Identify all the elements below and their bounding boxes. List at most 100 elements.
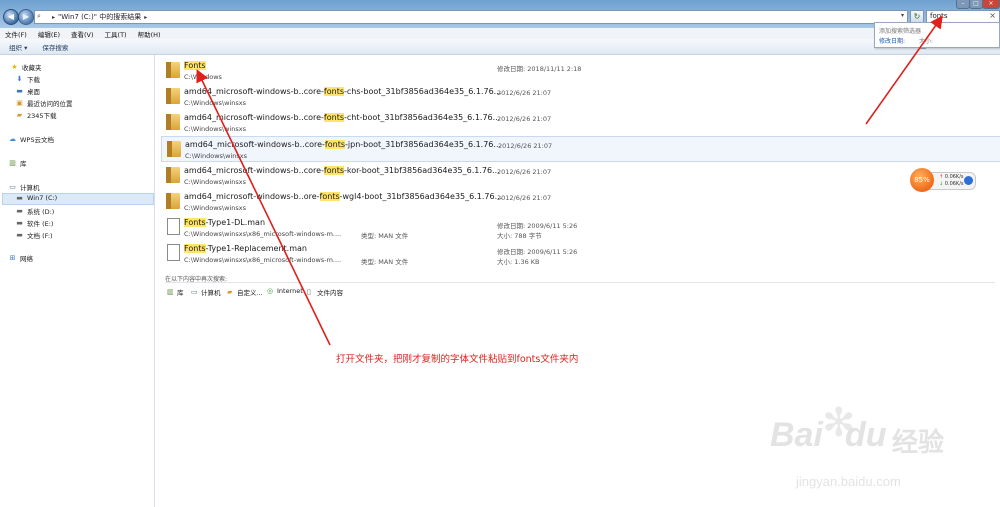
- result-row[interactable]: amd64_microsoft-windows-b..core-fonts-ch…: [161, 110, 999, 134]
- sidebar-item-library[interactable]: ▥ 库: [8, 158, 26, 168]
- sidebar-label: 收藏夹: [22, 64, 42, 72]
- file-icon: [167, 218, 180, 235]
- cloud-icon: ☁: [9, 135, 16, 143]
- sidebar-label: Win7 (C:): [27, 194, 58, 202]
- search-again-custom[interactable]: ▰ 自定义...: [227, 287, 263, 297]
- sidebar-item-desktop[interactable]: ▬ 桌面: [15, 86, 40, 96]
- result-row[interactable]: Fonts-Type1-DL.man C:\Windows\winsxs\x86…: [161, 215, 999, 240]
- command-bar: 组织 ▾ 保存搜索 ▤▭?: [0, 39, 1000, 55]
- menu-help[interactable]: 帮助(H): [138, 29, 161, 39]
- folder-icon: [166, 167, 180, 183]
- search-again-computer[interactable]: ▭ 计算机: [191, 287, 221, 297]
- divider: [165, 282, 995, 283]
- sidebar-item-recent[interactable]: ▣ 最近访问的位置: [15, 98, 72, 108]
- memory-usage-ball[interactable]: 85%: [910, 168, 934, 192]
- search-again-library[interactable]: ▥ 库: [167, 287, 184, 297]
- clear-search-icon[interactable]: ×: [989, 11, 996, 20]
- sidebar-label: 系统 (D:): [27, 208, 55, 216]
- back-button[interactable]: ◀: [3, 9, 19, 25]
- menu-view[interactable]: 查看(V): [71, 29, 94, 39]
- result-date: 修改日期: 2018/11/11 2:18: [497, 65, 582, 73]
- result-row[interactable]: amd64_microsoft-windows-b..core-fonts-ko…: [161, 163, 999, 187]
- watermark-url: jingyan.baidu.com: [796, 474, 901, 489]
- search-again-internet[interactable]: ◎ Internet: [267, 287, 303, 295]
- drive-icon: ▬: [16, 231, 23, 239]
- breadcrumb-chevron-icon[interactable]: ▸: [52, 14, 55, 21]
- drive-icon: ▬: [16, 219, 23, 227]
- sidebar-item-drive-e[interactable]: ▬ 软件 (E:): [15, 218, 53, 228]
- drive-icon: ▬: [16, 207, 23, 215]
- fonts-folder-icon: [166, 62, 180, 78]
- breadcrumb-current[interactable]: "Win7 (C:)" 中的搜索结果: [58, 12, 141, 22]
- search-folder-icon: ⌕: [37, 12, 41, 20]
- document-icon: ▯: [307, 287, 311, 296]
- result-date: 2012/6/26 21:07: [497, 194, 552, 202]
- sidebar-item-wps-cloud[interactable]: ☁ WPS云文档: [8, 134, 54, 144]
- sidebar-item-drive-d[interactable]: ▬ 系统 (D:): [15, 206, 54, 216]
- result-name: amd64_microsoft-windows-b..core-fonts-ch…: [184, 87, 502, 96]
- result-date: 2012/6/26 21:07: [497, 89, 552, 97]
- address-bar[interactable]: ⌕ ▸ "Win7 (C:)" 中的搜索结果 ▸ ▾: [34, 10, 908, 24]
- result-row[interactable]: amd64_microsoft-windows-b..core-fonts-jp…: [161, 136, 1000, 162]
- result-name: Fonts-Type1-DL.man: [184, 218, 266, 227]
- result-row[interactable]: Fonts C:\Windows 修改日期: 2018/11/11 2:18: [161, 58, 999, 82]
- sidebar-item-drive-f[interactable]: ▬ 文档 (F:): [15, 230, 53, 240]
- result-path: C:\Windows\winsxs: [185, 152, 247, 160]
- sidebar-label: 文档 (F:): [27, 232, 53, 240]
- sidebar-favorites[interactable]: ★ 收藏夹: [10, 62, 42, 72]
- result-path: C:\Windows\winsxs: [184, 178, 246, 186]
- result-name: amd64_microsoft-windows-b..core-fonts-jp…: [185, 140, 502, 149]
- watermark-cn: 经验: [892, 428, 945, 458]
- folder-icon: [167, 141, 181, 157]
- forward-button[interactable]: ▶: [18, 9, 34, 25]
- close-button[interactable]: ×: [982, 0, 1000, 9]
- sidebar-item-drive-c[interactable]: ▬ Win7 (C:): [15, 194, 57, 202]
- accelerate-icon[interactable]: [964, 176, 973, 185]
- upload-speed: ↑ 0.06K/s: [939, 174, 964, 180]
- baidu-jingyan-watermark: ✻ Bai du 经验 jingyan.baidu.com: [760, 400, 1000, 505]
- menu-tools[interactable]: 工具(T): [105, 29, 127, 39]
- sidebar-item-computer[interactable]: ▭ 计算机: [8, 182, 40, 192]
- result-type: 类型: MAN 文件: [361, 258, 409, 266]
- sidebar-label: 下载: [27, 76, 40, 84]
- result-size: 大小: 788 字节: [497, 232, 542, 240]
- folder-icon: ▰: [16, 111, 23, 119]
- result-date: 2012/6/26 21:07: [497, 168, 552, 176]
- menu-bar: 文件(F) 编辑(E) 查看(V) 工具(T) 帮助(H): [0, 28, 1000, 39]
- sidebar-item-2345-downloads[interactable]: ▰ 2345下载: [15, 110, 57, 120]
- sidebar-label: 软件 (E:): [27, 220, 54, 228]
- upload-arrow-icon: ↑: [939, 174, 944, 180]
- address-dropdown-icon[interactable]: ▾: [901, 12, 904, 19]
- sidebar-item-downloads[interactable]: ⬇ 下载: [15, 74, 40, 84]
- menu-edit[interactable]: 编辑(E): [38, 29, 60, 39]
- library-icon: ▥: [9, 159, 16, 167]
- menu-file[interactable]: 文件(F): [5, 29, 27, 39]
- drive-icon: ▬: [16, 194, 23, 202]
- title-bar: ◀ ▶ ⌕ ▸ "Win7 (C:)" 中的搜索结果 ▸ ▾ ↻ fonts ×…: [0, 0, 1000, 28]
- network-icon: ⊞: [9, 254, 16, 262]
- sidebar-label: 计算机: [20, 184, 40, 192]
- filter-date-modified[interactable]: 修改日期:: [879, 36, 905, 45]
- folder-icon: [166, 193, 180, 209]
- breadcrumb-chevron-icon[interactable]: ▸: [144, 14, 147, 21]
- result-date: 修改日期: 2009/6/11 5:26: [497, 248, 578, 256]
- save-search-button[interactable]: 保存搜索: [42, 42, 68, 52]
- search-query: fonts: [930, 12, 948, 20]
- filter-hint: 添加搜索筛选器: [879, 28, 922, 35]
- result-row[interactable]: amd64_microsoft-windows-b..core-fonts-ch…: [161, 84, 999, 108]
- custom-folder-icon: ▰: [227, 287, 233, 296]
- sidebar-label: 网络: [20, 255, 33, 263]
- maximize-button[interactable]: □: [969, 0, 983, 9]
- folder-icon: [166, 88, 180, 104]
- result-row[interactable]: Fonts-Type1-Replacement.man C:\Windows\w…: [161, 241, 999, 266]
- sidebar-item-network[interactable]: ⊞ 网络: [8, 253, 33, 263]
- result-row[interactable]: amd64_microsoft-windows-b..ore-fonts-wgl…: [161, 189, 999, 213]
- network-speed-widget[interactable]: ↑ 0.06K/s ↓ 0.06K/s 85%: [910, 168, 976, 192]
- organize-button[interactable]: 组织 ▾: [9, 42, 27, 52]
- folder-icon: [166, 114, 180, 130]
- result-date: 修改日期: 2009/6/11 5:26: [497, 222, 578, 230]
- filter-size[interactable]: 大小:: [919, 36, 933, 45]
- search-again-file-contents[interactable]: ▯ 文件内容: [307, 287, 343, 297]
- star-icon: ★: [11, 63, 18, 71]
- minimize-button[interactable]: –: [956, 0, 970, 9]
